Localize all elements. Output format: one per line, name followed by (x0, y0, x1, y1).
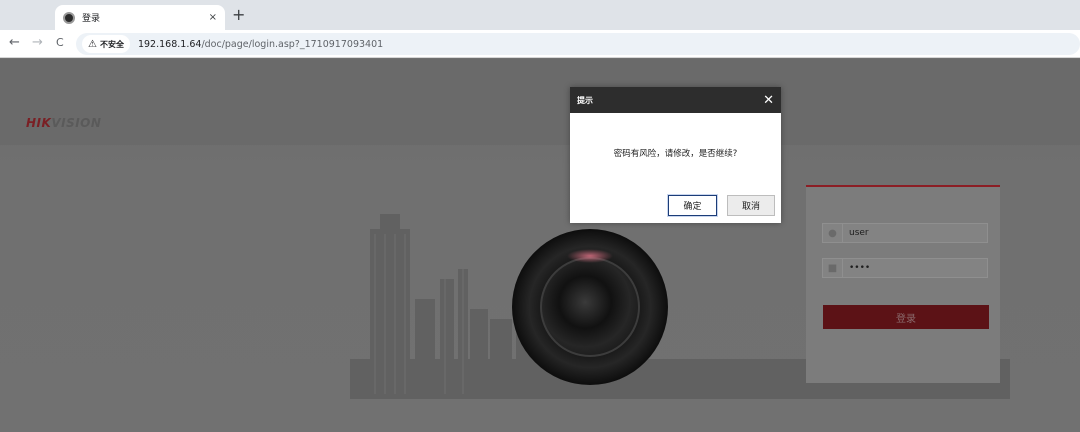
url-text[interactable]: 192.168.1.64/doc/page/login.asp?_1710917… (138, 39, 383, 50)
tab-close-icon[interactable]: × (209, 12, 217, 23)
browser-toolbar: ← → C ⚠ 不安全 192.168.1.64/doc/page/login.… (0, 30, 1080, 58)
dialog-message: 密码有风险，请修改，是否继续? (613, 149, 738, 159)
prompt-dialog: 提示 ✕ 密码有风险，请修改，是否继续? 确定 取消 (570, 87, 781, 223)
password-value: •••• (849, 263, 871, 273)
address-bar[interactable]: ⚠ 不安全 192.168.1.64/doc/page/login.asp?_1… (76, 33, 1080, 55)
favicon-icon (63, 11, 75, 24)
hikvision-logo: HIKVISION (26, 116, 102, 130)
camera-lens-graphic (512, 229, 668, 385)
warning-triangle-icon: ⚠ (88, 38, 97, 50)
page-header: HIKVISION (0, 59, 1080, 145)
username-field[interactable]: ● user (822, 223, 988, 243)
security-indicator[interactable]: ⚠ 不安全 (82, 35, 130, 53)
login-panel: ● user ■ •••• 登录 (806, 185, 1000, 383)
username-value: user (849, 228, 869, 238)
dialog-header: 提示 ✕ (570, 87, 781, 113)
lock-icon: ■ (823, 259, 843, 277)
browser-tab-bar: 登录 × + (0, 0, 1080, 30)
tab-title: 登录 (82, 14, 101, 24)
login-page: HIKVISION ● user ■ •••• 登录 (0, 59, 1080, 432)
url-host: 192.168.1.64 (137, 38, 202, 50)
reload-button[interactable]: C (56, 35, 64, 51)
browser-tab[interactable]: 登录 × (55, 5, 225, 30)
user-icon: ● (823, 224, 843, 242)
password-field[interactable]: ■ •••• (822, 258, 988, 278)
url-path: /doc/page/login.asp?_1710917093401 (201, 38, 384, 50)
cancel-button[interactable]: 取消 (727, 195, 775, 216)
new-tab-button[interactable]: + (232, 6, 245, 24)
forward-button[interactable]: → (32, 35, 43, 51)
dialog-title: 提示 (577, 95, 593, 105)
confirm-button[interactable]: 确定 (668, 195, 717, 216)
close-icon[interactable]: ✕ (763, 94, 774, 107)
login-button[interactable]: 登录 (823, 305, 989, 329)
back-button[interactable]: ← (9, 35, 20, 51)
security-label: 不安全 (99, 39, 124, 49)
